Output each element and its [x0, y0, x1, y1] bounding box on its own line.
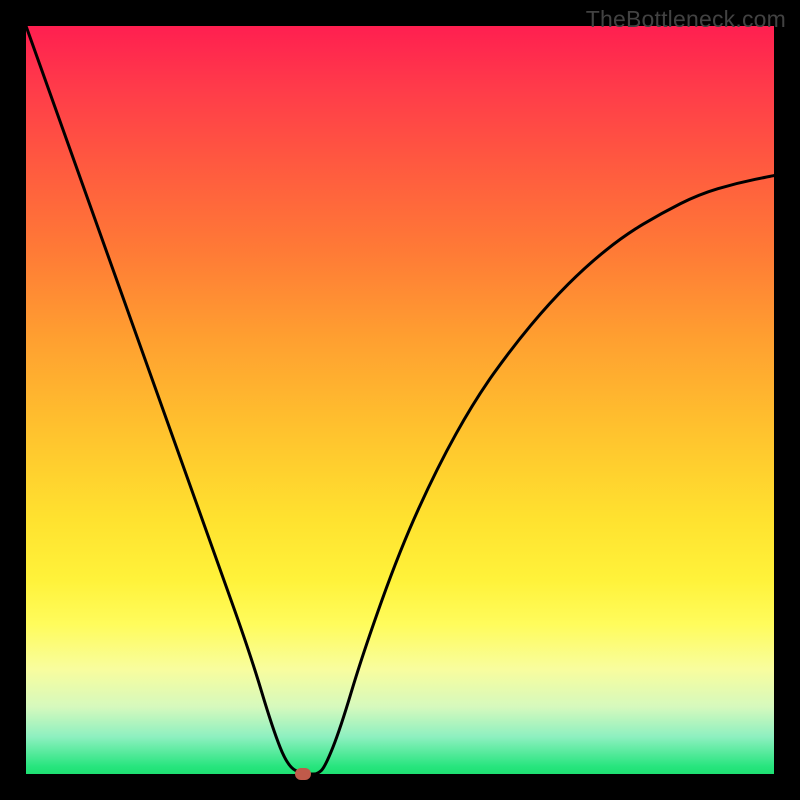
- bottleneck-curve: [26, 26, 774, 774]
- plot-area: [26, 26, 774, 774]
- optimum-marker: [295, 768, 311, 780]
- chart-frame: TheBottleneck.com: [0, 0, 800, 800]
- watermark-text: TheBottleneck.com: [586, 6, 786, 33]
